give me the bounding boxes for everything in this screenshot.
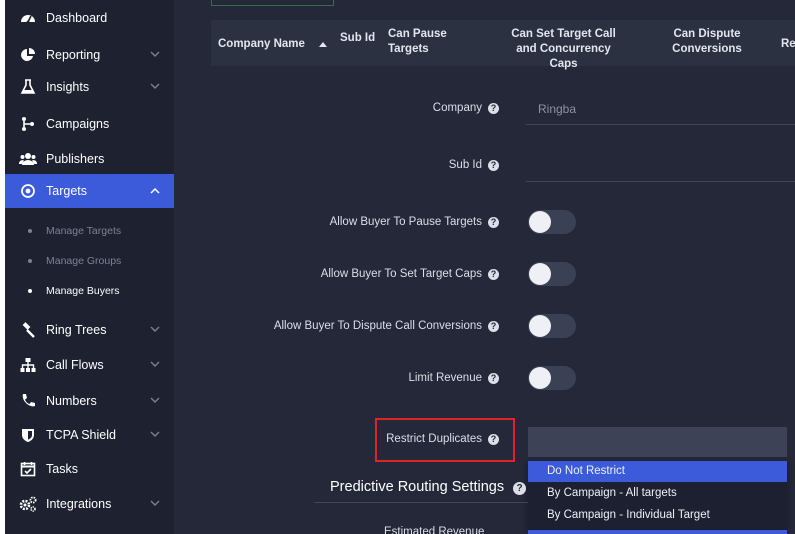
- allow-caps-label: Allow Buyer To Set Target Caps?: [321, 268, 499, 280]
- shield-icon: [19, 426, 37, 444]
- column-header-sub-id[interactable]: Sub Id: [340, 31, 375, 46]
- highlight-box: [375, 418, 515, 462]
- sidebar-item-label: Insights: [46, 80, 90, 94]
- limit-revenue-label: Limit Revenue?: [408, 372, 499, 384]
- chevron-down-icon: [150, 361, 160, 367]
- column-header-can-set-caps[interactable]: Can Set Target Call and Concurrency Caps: [501, 27, 626, 72]
- column-header-can-dispute[interactable]: Can Dispute Conversions: [661, 27, 753, 57]
- sidebar-item-integrations[interactable]: Integrations: [5, 489, 174, 519]
- target-icon: [19, 182, 37, 200]
- help-icon[interactable]: ?: [488, 103, 499, 114]
- sidebar-subitem-manage-buyers[interactable]: Manage Buyers: [5, 279, 174, 303]
- sidebar-item-label: TCPA Shield: [46, 428, 116, 442]
- company-field[interactable]: [526, 124, 795, 125]
- limit-revenue-toggle[interactable]: [528, 366, 576, 390]
- sidebar-item-tcpa-shield[interactable]: TCPA Shield: [5, 420, 174, 450]
- branch-icon: [19, 115, 37, 133]
- sidebar-item-label: Targets: [46, 184, 87, 198]
- help-icon[interactable]: ?: [488, 269, 499, 280]
- sidebar-item-label: Ring Trees: [46, 323, 107, 337]
- top-action-button[interactable]: [211, 0, 334, 6]
- chevron-down-icon: [150, 431, 160, 437]
- bottom-select-strip[interactable]: [528, 530, 787, 534]
- allow-pause-label: Allow Buyer To Pause Targets?: [330, 216, 499, 228]
- sidebar-item-label: Numbers: [46, 394, 97, 408]
- dropdown-option-campaign-individual-target[interactable]: By Campaign - Individual Target: [528, 505, 787, 526]
- toggle-knob: [529, 367, 551, 389]
- sidebar-subitem-label: Manage Groups: [46, 255, 122, 267]
- sitemap-icon: [19, 356, 37, 374]
- sidebar-item-label: Integrations: [46, 497, 112, 511]
- help-icon[interactable]: ?: [488, 160, 499, 171]
- sidebar-item-publishers[interactable]: Publishers: [5, 144, 174, 174]
- sidebar-item-dashboard[interactable]: Dashboard: [5, 3, 174, 33]
- dropdown-option-do-not-restrict[interactable]: Do Not Restrict: [528, 461, 787, 482]
- buyers-table-header: Company Name Sub Id Can Pause Targets Ca…: [211, 20, 795, 70]
- chevron-up-icon: [150, 187, 160, 194]
- chevron-down-icon: [150, 83, 160, 89]
- company-label: Company?: [433, 102, 499, 114]
- allow-dispute-label: Allow Buyer To Dispute Call Conversions?: [274, 320, 499, 332]
- sidebar-item-tasks[interactable]: Tasks: [5, 454, 174, 484]
- help-icon[interactable]: ?: [488, 373, 499, 384]
- sidebar-gutter: [174, 0, 184, 534]
- allow-dispute-toggle[interactable]: [528, 314, 576, 338]
- help-icon[interactable]: ?: [488, 217, 499, 228]
- flask-icon: [19, 78, 37, 96]
- reporting-icon: [19, 46, 37, 64]
- users-icon: [19, 150, 37, 168]
- dashboard-icon: [19, 9, 37, 27]
- bullet-icon: [28, 259, 32, 263]
- sidebar-item-numbers[interactable]: Numbers: [5, 386, 174, 416]
- chevron-down-icon: [150, 397, 160, 403]
- sidebar-subitem-label: Manage Targets: [46, 225, 122, 237]
- sidebar-item-targets[interactable]: Targets: [5, 174, 174, 208]
- column-header-company-name[interactable]: Company Name: [218, 37, 305, 52]
- sidebar-item-reporting[interactable]: Reporting: [5, 40, 174, 70]
- sidebar-item-label: Publishers: [46, 152, 105, 166]
- sidebar-subitem-manage-groups[interactable]: Manage Groups: [5, 249, 174, 273]
- section-title: Predictive Routing Settings?: [330, 479, 527, 495]
- restrict-duplicates-dropdown: Do Not Restrict By Campaign - All target…: [528, 461, 787, 529]
- sidebar-item-label: Reporting: [46, 48, 101, 62]
- sub-id-label: Sub Id?: [449, 159, 499, 171]
- estimated-revenue-label: Estimated Revenue: [384, 526, 485, 534]
- help-icon[interactable]: ?: [488, 321, 499, 332]
- section-divider: [314, 502, 528, 503]
- sidebar-subitem-label: Manage Buyers: [46, 285, 120, 297]
- gavel-icon: [19, 321, 37, 339]
- allow-caps-toggle[interactable]: [528, 262, 576, 286]
- bullet-icon: [28, 289, 32, 293]
- dropdown-option-campaign-all-targets[interactable]: By Campaign - All targets: [528, 483, 787, 504]
- sidebar-item-call-flows[interactable]: Call Flows: [5, 350, 174, 380]
- sidebar-item-label: Dashboard: [46, 11, 108, 25]
- toggle-knob: [529, 315, 551, 337]
- chevron-down-icon: [150, 51, 160, 57]
- chevron-down-icon: [150, 326, 160, 332]
- sidebar-item-campaigns[interactable]: Campaigns: [5, 109, 174, 139]
- sidebar-subitem-manage-targets[interactable]: Manage Targets: [5, 219, 174, 243]
- sort-asc-icon[interactable]: [319, 41, 327, 47]
- main-content: Company Name Sub Id Can Pause Targets Ca…: [184, 0, 795, 534]
- sidebar-item-label: Call Flows: [46, 358, 104, 372]
- toggle-knob: [529, 263, 551, 285]
- phone-icon: [19, 392, 37, 410]
- help-icon[interactable]: ?: [513, 482, 527, 495]
- sub-id-field[interactable]: [526, 181, 795, 182]
- toggle-knob: [529, 211, 551, 233]
- gears-icon: [19, 495, 37, 513]
- sidebar-item-label: Campaigns: [46, 117, 110, 131]
- column-header-revenue[interactable]: Re: [781, 37, 795, 52]
- column-header-can-pause-targets[interactable]: Can Pause Targets: [388, 27, 448, 57]
- bullet-icon: [28, 229, 32, 233]
- calendar-check-icon: [19, 460, 37, 478]
- restrict-duplicates-select[interactable]: [528, 427, 787, 457]
- allow-pause-toggle[interactable]: [528, 210, 576, 234]
- company-value: Ringba: [538, 102, 577, 116]
- sidebar-item-label: Tasks: [46, 462, 78, 476]
- sidebar-item-ring-trees[interactable]: Ring Trees: [5, 315, 174, 345]
- sidebar-item-insights[interactable]: Insights: [5, 72, 174, 102]
- chevron-down-icon: [150, 500, 160, 506]
- sidebar: Dashboard Reporting Insights Campaigns P…: [5, 0, 174, 534]
